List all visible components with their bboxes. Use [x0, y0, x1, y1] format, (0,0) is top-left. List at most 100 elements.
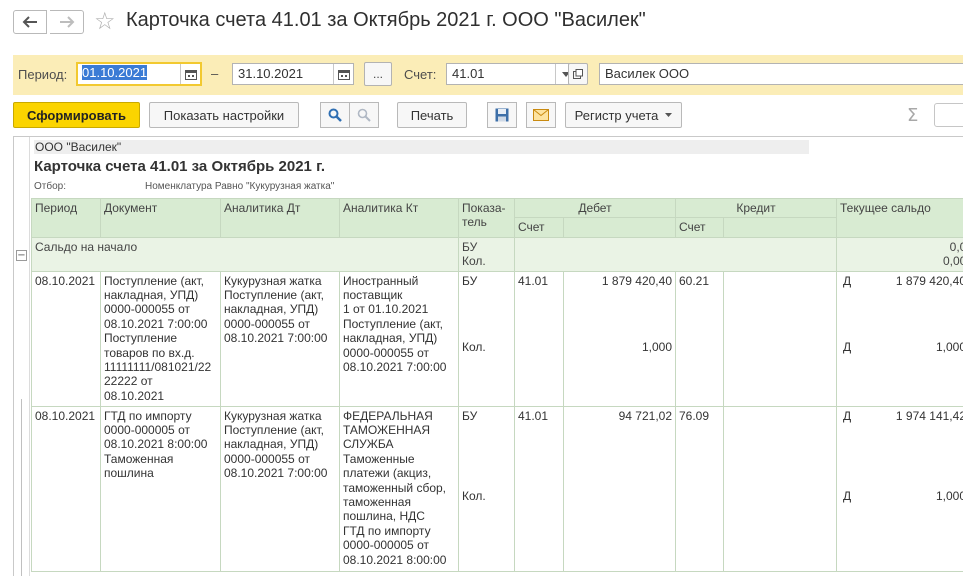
- row-indicator-qty: Кол.: [462, 340, 486, 354]
- register-label: Регистр учета: [575, 108, 659, 123]
- row-balance-qty: 1,000: [936, 340, 963, 354]
- row-debit-values: 94 721,02: [564, 406, 676, 571]
- search-icon: [328, 108, 342, 122]
- sum-field: [934, 103, 963, 127]
- row-balance: Д 1 974 141,42 Д 1,000: [837, 406, 963, 571]
- outline-line: [21, 399, 22, 576]
- open-account-button[interactable]: [568, 63, 588, 85]
- search-button[interactable]: [320, 102, 350, 128]
- save-button[interactable]: [487, 102, 517, 128]
- row-indicator: БУ Кол.: [459, 271, 515, 406]
- generate-button[interactable]: Сформировать: [13, 102, 140, 128]
- table-header-row: Период Документ Аналитика Дт Аналитика К…: [32, 199, 963, 218]
- row-document[interactable]: Поступление (акт, накладная, УПД) 0000-0…: [101, 271, 221, 406]
- row-debit-sum: 1 879 420,40: [567, 274, 672, 288]
- col-header-document: Документ: [101, 199, 221, 238]
- open-icon: [573, 69, 583, 79]
- arrow-right-icon: [59, 16, 75, 28]
- date-from-value: 01.10.2021: [82, 65, 147, 80]
- outline-gutter: −: [14, 137, 30, 576]
- col-header-credit: Кредит: [676, 199, 837, 218]
- table-row[interactable]: 08.10.2021 ГТД по импорту 0000-000005 от…: [32, 406, 963, 571]
- col-header-period: Период: [32, 199, 101, 238]
- opening-balance-qty: 0,000: [840, 254, 963, 268]
- register-dropdown-button[interactable]: Регистр учета: [565, 102, 682, 128]
- row-indicator-bu: БУ: [462, 274, 511, 288]
- opening-empty: [515, 237, 837, 271]
- date-from-field[interactable]: 01.10.2021: [76, 62, 202, 86]
- row-balance-bu: 1 879 420,40: [896, 274, 963, 288]
- row-credit-account: 76.09: [676, 406, 724, 571]
- organization-value: Василек ООО: [605, 66, 689, 81]
- col-header-indicator: Показа- тель: [459, 199, 515, 238]
- opening-indicator: БУ Кол.: [459, 237, 515, 271]
- organization-field[interactable]: Василек ООО: [599, 63, 963, 85]
- row-balance-side-qty: Д: [843, 340, 851, 354]
- filter-bar: Период: 01.10.2021 – 31.10.2021 ... Счет…: [13, 55, 963, 95]
- account-field[interactable]: 41.01: [446, 63, 576, 85]
- row-indicator-bu: БУ: [462, 409, 511, 423]
- col-header-credit-sum: [724, 218, 837, 237]
- send-email-button[interactable]: [526, 102, 556, 128]
- col-header-credit-account: Счет: [676, 218, 724, 237]
- row-debit-values: 1 879 420,40 1,000: [564, 271, 676, 406]
- cancel-search-icon: [357, 108, 371, 122]
- row-document[interactable]: ГТД по импорту 0000-000005 от 08.10.2021…: [101, 406, 221, 571]
- date-to-field[interactable]: 31.10.2021: [232, 63, 354, 85]
- opening-balance-row: Сальдо на начало БУ Кол. 0,00 0,000: [32, 237, 963, 271]
- row-balance: Д 1 879 420,40 Д 1,000: [837, 271, 963, 406]
- row-indicator-qty: Кол.: [462, 489, 486, 503]
- title-bar: ☆ Карточка счета 41.01 за Октябрь 2021 г…: [0, 0, 963, 46]
- opening-balance-bu: 0,00: [840, 240, 963, 254]
- collapse-group-icon[interactable]: −: [16, 250, 27, 261]
- save-icon: [495, 108, 509, 122]
- period-label: Период:: [18, 67, 67, 82]
- date-to-value: 31.10.2021: [238, 66, 303, 81]
- row-credit-account: 60.21: [676, 271, 724, 406]
- account-label: Счет:: [404, 67, 436, 82]
- col-header-balance: Текущее сальдо: [837, 199, 963, 238]
- report-table: Период Документ Аналитика Дт Аналитика К…: [31, 198, 963, 572]
- arrow-left-icon: [22, 16, 38, 28]
- row-debit-qty: 1,000: [642, 340, 672, 354]
- chevron-down-icon: [665, 113, 672, 117]
- row-debit-account: 41.01: [515, 406, 564, 571]
- row-analytics-kt[interactable]: ФЕДЕРАЛЬНАЯ ТАМОЖЕННАЯ СЛУЖБА Таможенные…: [340, 406, 459, 571]
- back-button[interactable]: [13, 10, 47, 34]
- show-settings-button[interactable]: Показать настройки: [149, 102, 299, 128]
- row-balance-side-bu: Д: [843, 409, 851, 423]
- row-credit-sum: [724, 406, 837, 571]
- row-period: 08.10.2021: [32, 406, 101, 571]
- report-area[interactable]: − ООО "Василек" Карточка счета 41.01 за …: [13, 136, 963, 576]
- table-row[interactable]: 08.10.2021 Поступление (акт, накладная, …: [32, 271, 963, 406]
- col-header-debit-sum: [564, 218, 676, 237]
- report-title: Карточка счета 41.01 за Октябрь 2021 г.: [34, 158, 325, 175]
- selection-label: Отбор:: [34, 181, 66, 192]
- col-header-debit: Дебет: [515, 199, 676, 218]
- calendar-button[interactable]: [333, 64, 353, 84]
- row-analytics-kt[interactable]: Иностранный поставщик 1 от 01.10.2021 По…: [340, 271, 459, 406]
- col-header-analytics-kt: Аналитика Кт: [340, 199, 459, 238]
- account-value: 41.01: [452, 66, 485, 81]
- row-credit-sum: [724, 271, 837, 406]
- opening-balance-label: Сальдо на начало: [32, 237, 459, 271]
- calendar-button[interactable]: [180, 64, 200, 84]
- col-header-debit-account: Счет: [515, 218, 564, 237]
- row-debit-sum: 94 721,02: [567, 409, 672, 423]
- calendar-icon: [185, 69, 197, 80]
- row-analytics-dt[interactable]: Кукурузная жатка Поступление (акт, накла…: [221, 406, 340, 571]
- star-icon[interactable]: ☆: [94, 7, 116, 35]
- selection-value: Номенклатура Равно "Кукурузная жатка": [145, 181, 334, 192]
- cancel-search-button[interactable]: [349, 102, 379, 128]
- envelope-icon: [533, 109, 549, 121]
- row-analytics-dt[interactable]: Кукурузная жатка Поступление (акт, накла…: [221, 271, 340, 406]
- select-period-button[interactable]: ...: [364, 62, 392, 86]
- opening-balance-values: 0,00 0,000: [837, 237, 963, 271]
- row-balance-bu: 1 974 141,42: [896, 409, 963, 423]
- row-balance-side-qty: Д: [843, 489, 851, 503]
- report-organization: ООО "Василек": [34, 140, 809, 154]
- row-balance-qty: 1,000: [936, 489, 963, 503]
- forward-button[interactable]: [50, 10, 84, 34]
- window-title: Карточка счета 41.01 за Октябрь 2021 г. …: [126, 9, 646, 32]
- print-button[interactable]: Печать: [397, 102, 467, 128]
